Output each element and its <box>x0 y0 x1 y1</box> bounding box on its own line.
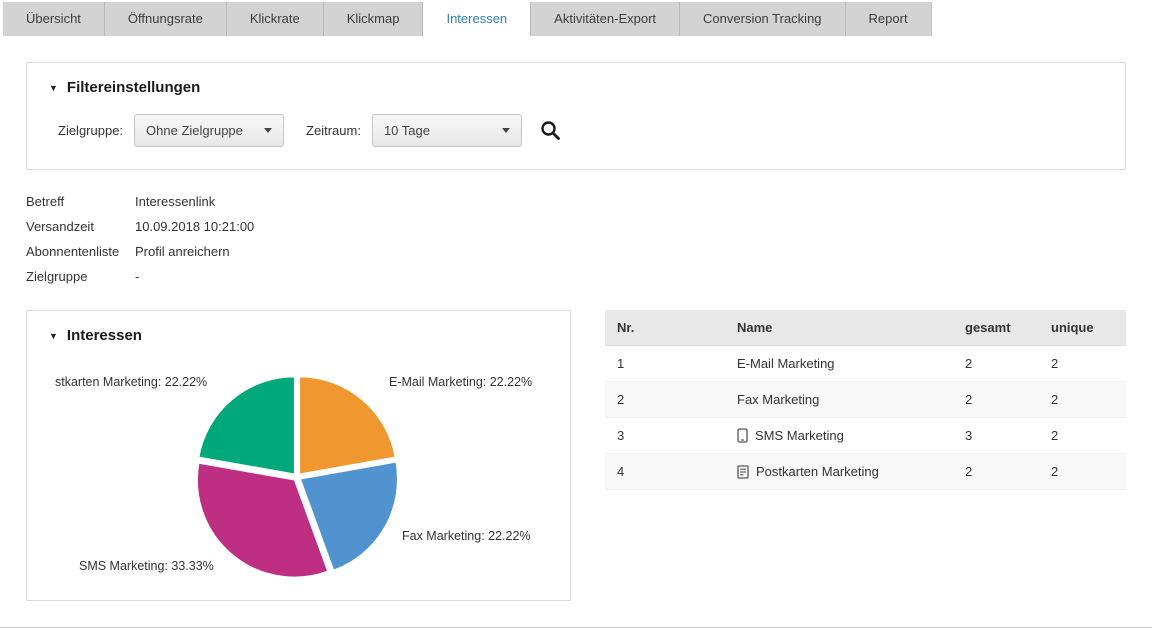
postcard-icon <box>737 465 749 479</box>
info-row: AbonnentenlisteProfil anreichern <box>26 239 254 264</box>
table-row: 1 E-Mail Marketing 22 <box>605 346 1126 382</box>
cell-nr: 1 <box>605 346 725 382</box>
info-value: - <box>135 269 139 284</box>
cell-unique: 2 <box>1039 454 1126 490</box>
tab--bersicht[interactable]: Übersicht <box>3 2 105 36</box>
tab-interessen[interactable]: Interessen <box>423 2 531 36</box>
column-header: unique <box>1039 310 1126 346</box>
mobile-icon <box>737 428 748 443</box>
search-icon <box>540 120 561 141</box>
info-row: BetreffInteressenlink <box>26 189 254 214</box>
info-label: Zielgruppe <box>26 269 135 284</box>
interessen-panel-title: ▼ Interessen <box>49 327 142 344</box>
cell-name: SMS Marketing <box>725 418 953 454</box>
collapse-icon[interactable]: ▼ <box>49 83 58 93</box>
info-list: BetreffInteressenlinkVersandzeit10.09.20… <box>26 189 254 289</box>
info-label: Abonnentenliste <box>26 244 135 259</box>
column-header: Name <box>725 310 953 346</box>
pie-label: Fax Marketing: 22.22% <box>402 529 531 543</box>
info-value: Profil anreichern <box>135 244 230 259</box>
tab-klickmap[interactable]: Klickmap <box>324 2 424 36</box>
column-header: gesamt <box>953 310 1039 346</box>
cell-gesamt: 2 <box>953 382 1039 418</box>
tab-aktivit-ten-export[interactable]: Aktivitäten-Export <box>531 2 680 36</box>
zeitraum-value: 10 Tage <box>384 123 430 138</box>
zielgruppe-dropdown[interactable]: Ohne Zielgruppe <box>134 114 284 147</box>
zielgruppe-value: Ohne Zielgruppe <box>146 123 243 138</box>
zeitraum-label: Zeitraum: <box>306 123 361 138</box>
filter-panel-title: ▼ Filtereinstellungen <box>49 79 200 96</box>
tab--ffnungsrate[interactable]: Öffnungsrate <box>105 2 227 36</box>
table-header-row: Nr.Namegesamtunique <box>605 310 1126 346</box>
cell-gesamt: 2 <box>953 454 1039 490</box>
zeitraum-dropdown[interactable]: 10 Tage <box>372 114 522 147</box>
page: ÜbersichtÖffnungsrateKlickrateKlickmapIn… <box>0 0 1152 628</box>
name-text: Postkarten Marketing <box>756 464 879 479</box>
name-text: E-Mail Marketing <box>737 356 835 371</box>
info-row: Versandzeit10.09.2018 10:21:00 <box>26 214 254 239</box>
filter-controls: Zielgruppe: Ohne Zielgruppe Zeitraum: 10… <box>58 114 561 147</box>
info-value: Interessenlink <box>135 194 215 209</box>
name-text: SMS Marketing <box>755 428 844 443</box>
pie-label: stkarten Marketing: 22.22% <box>55 375 207 389</box>
info-value: 10.09.2018 10:21:00 <box>135 219 254 234</box>
filter-panel: ▼ Filtereinstellungen Zielgruppe: Ohne Z… <box>26 62 1126 170</box>
interessen-title-text: Interessen <box>67 327 142 344</box>
cell-unique: 2 <box>1039 382 1126 418</box>
cell-unique: 2 <box>1039 346 1126 382</box>
pie-label: E-Mail Marketing: 22.22% <box>389 375 532 389</box>
pie-label: SMS Marketing: 33.33% <box>79 559 214 573</box>
table-row: 2Fax Marketing22 <box>605 382 1126 418</box>
table-row: 3SMS Marketing32 <box>605 418 1126 454</box>
pie-slice-postkarten-marketing[interactable] <box>199 377 295 474</box>
cell-gesamt: 2 <box>953 346 1039 382</box>
column-header: Nr. <box>605 310 725 346</box>
interessen-table: Nr.Namegesamtunique 1E-Mail Marketing222… <box>605 310 1126 490</box>
cell-name: Fax Marketing <box>725 382 953 418</box>
tab-klickrate[interactable]: Klickrate <box>227 2 324 36</box>
cell-unique: 2 <box>1039 418 1126 454</box>
cell-nr: 2 <box>605 382 725 418</box>
cell-name: E-Mail Marketing <box>725 346 953 382</box>
search-button[interactable] <box>540 120 561 141</box>
collapse-icon[interactable]: ▼ <box>49 331 58 341</box>
cell-gesamt: 3 <box>953 418 1039 454</box>
tab-conversion-tracking[interactable]: Conversion Tracking <box>680 2 846 36</box>
info-row: Zielgruppe- <box>26 264 254 289</box>
table-row: 4 Postkarten Marketing 22 <box>605 454 1126 490</box>
zielgruppe-label: Zielgruppe: <box>58 123 123 138</box>
cell-name: Postkarten Marketing <box>725 454 953 490</box>
cell-nr: 3 <box>605 418 725 454</box>
info-label: Versandzeit <box>26 219 135 234</box>
name-text: Fax Marketing <box>737 392 819 407</box>
info-label: Betreff <box>26 194 135 209</box>
interessen-panel: ▼ Interessen E-Mail Marketing: 22.22% Fax… <box>26 310 571 601</box>
filter-title-text: Filtereinstellungen <box>67 79 200 96</box>
tab-bar: ÜbersichtÖffnungsrateKlickrateKlickmapIn… <box>3 2 932 36</box>
cell-nr: 4 <box>605 454 725 490</box>
tab-report[interactable]: Report <box>846 2 932 36</box>
chevron-down-icon <box>264 128 272 133</box>
pie-chart <box>187 367 407 587</box>
chevron-down-icon <box>502 128 510 133</box>
pie-slice-e-mail-marketing[interactable] <box>300 377 396 474</box>
